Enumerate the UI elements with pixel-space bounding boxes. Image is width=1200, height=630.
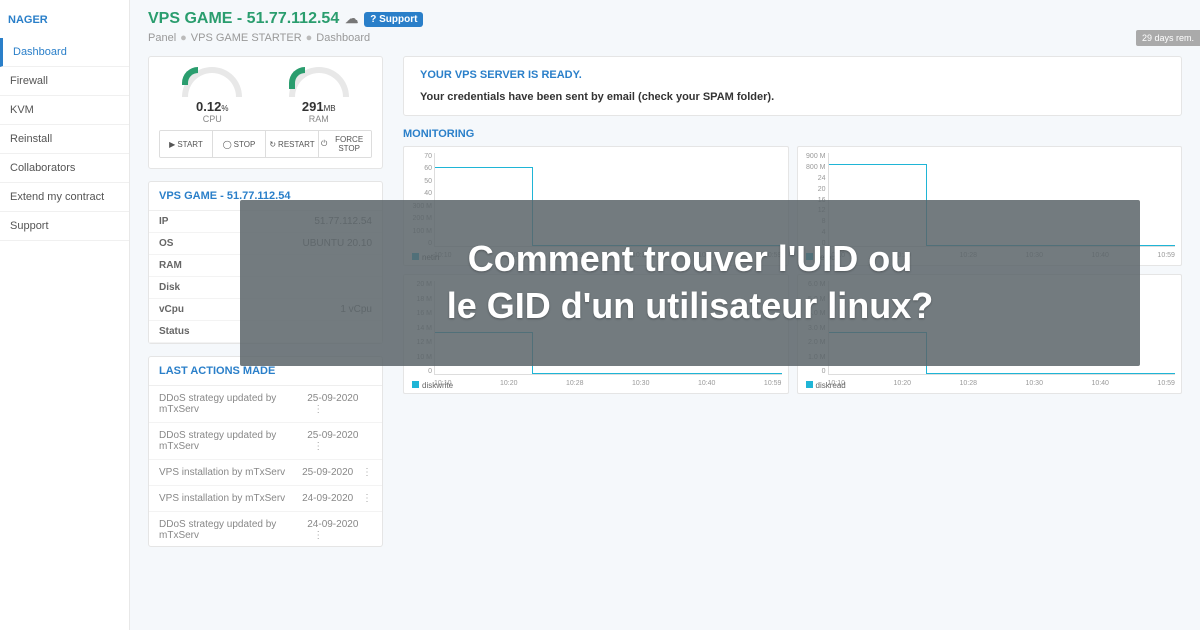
cpu-gauge: 0.12% CPU <box>167 67 257 124</box>
start-button[interactable]: ▶ START <box>160 131 213 157</box>
breadcrumb: Panel●VPS GAME STARTER●Dashboard <box>148 32 1182 44</box>
ready-title: YOUR VPS SERVER IS READY. <box>420 69 1165 81</box>
support-button[interactable]: ? Support <box>364 12 423 27</box>
force-stop-button[interactable]: ⏻ FORCE STOP <box>319 131 371 157</box>
restart-button[interactable]: ↻ RESTART <box>266 131 319 157</box>
stop-button[interactable]: ◯ STOP <box>213 131 266 157</box>
action-item: DDoS strategy updated by mTxServ24-09-20… <box>149 512 382 546</box>
sidebar-title: NAGER <box>0 10 129 30</box>
sidebar-item-reinstall[interactable]: Reinstall <box>0 125 129 154</box>
page-title-text: VPS GAME - 51.77.112.54 <box>148 10 339 28</box>
vps-controls: ▶ START ◯ STOP ↻ RESTART ⏻ FORCE STOP <box>159 130 372 158</box>
sidebar: NAGER DashboardFirewallKVMReinstallColla… <box>0 0 130 630</box>
action-item: DDoS strategy updated by mTxServ25-09-20… <box>149 423 382 460</box>
ready-text: Your credentials have been sent by email… <box>420 91 1165 103</box>
action-item: VPS installation by mTxServ25-09-2020 ⋮ <box>149 460 382 486</box>
page-title: VPS GAME - 51.77.112.54 ☁ ? Support <box>148 10 1182 28</box>
overlay-title: Comment trouver l'UID ou le GID d'un uti… <box>240 200 1140 366</box>
sidebar-item-dashboard[interactable]: Dashboard <box>0 38 129 67</box>
days-remaining-badge: 29 days rem. <box>1136 30 1200 46</box>
gauge-panel: 0.12% CPU 291MB RAM ▶ START ◯ STOP ↻ RES… <box>148 56 383 169</box>
action-item: VPS installation by mTxServ24-09-2020 ⋮ <box>149 486 382 512</box>
monitoring-title: MONITORING <box>403 128 1182 140</box>
sidebar-item-support[interactable]: Support <box>0 212 129 241</box>
sidebar-item-kvm[interactable]: KVM <box>0 96 129 125</box>
ram-gauge: 291MB RAM <box>274 67 364 124</box>
actions-panel: LAST ACTIONS MADE DDoS strategy updated … <box>148 356 383 547</box>
sidebar-item-collaborators[interactable]: Collaborators <box>0 154 129 183</box>
action-item: DDoS strategy updated by mTxServ25-09-20… <box>149 386 382 423</box>
ready-panel: YOUR VPS SERVER IS READY. Your credentia… <box>403 56 1182 116</box>
sidebar-item-firewall[interactable]: Firewall <box>0 67 129 96</box>
sidebar-item-extend-my-contract[interactable]: Extend my contract <box>0 183 129 212</box>
cloud-icon: ☁ <box>345 11 358 27</box>
